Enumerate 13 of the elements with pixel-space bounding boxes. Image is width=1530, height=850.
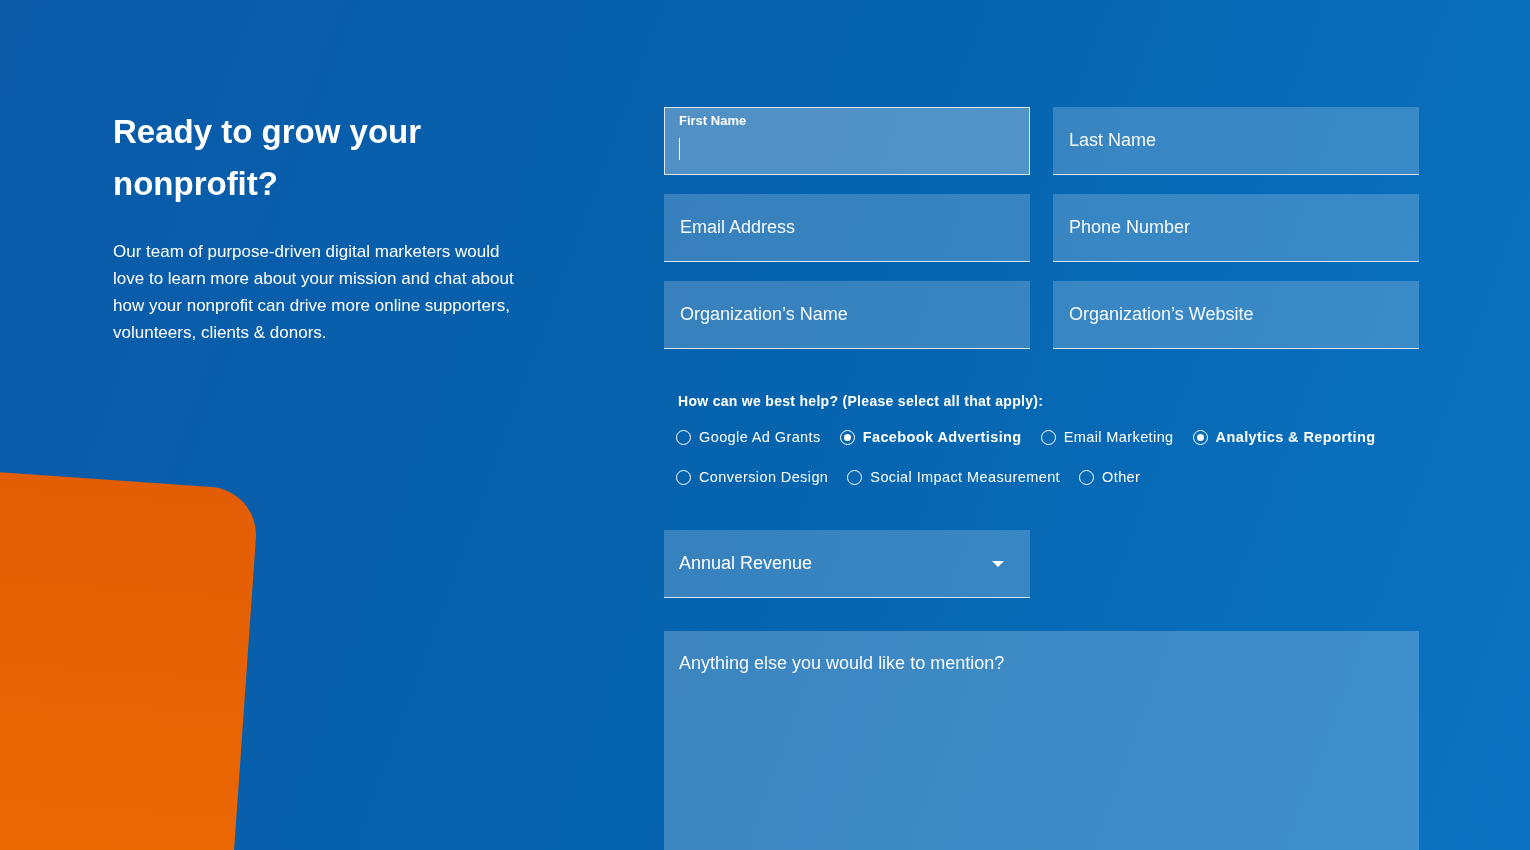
input-field[interactable]: First Name	[664, 107, 1030, 175]
question-label: How can we best help? (Please select all that apply):	[678, 393, 1045, 409]
revenue-dropdown[interactable]: Annual Revenue	[664, 530, 1030, 598]
option-radio[interactable]: Email Marketing	[1040, 427, 1174, 447]
option-radio[interactable]: Analytics & Reporting	[1192, 427, 1376, 447]
heading: Ready to grow your nonprofit?	[113, 112, 423, 204]
option-radio[interactable]: Social Impact Measurement	[847, 467, 1061, 487]
option-radio[interactable]: Facebook Advertising	[839, 427, 1022, 447]
option-radio[interactable]: Conversion Design	[676, 467, 829, 487]
intro-paragraph: Our team of purpose-driven digital marketers would love to learn more about your mission and chat about how your nonprofit can drive more online supporters, volunteers, clients & donors.	[113, 241, 515, 344]
caret-icon	[992, 560, 1004, 567]
option-radio[interactable]: Google Ad Grants	[676, 427, 821, 447]
option-radio[interactable]: Other	[1079, 467, 1141, 487]
